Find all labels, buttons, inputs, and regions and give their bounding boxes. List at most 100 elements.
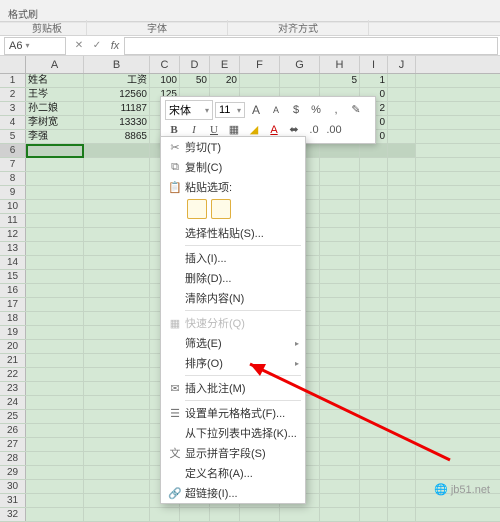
menu-insert[interactable]: 插入(I)...: [161, 248, 305, 268]
cell-H31[interactable]: [320, 494, 360, 507]
percent-format-icon[interactable]: %: [307, 101, 325, 119]
row-header-10[interactable]: 10: [0, 200, 26, 213]
cell-A22[interactable]: [26, 368, 84, 381]
row-header-4[interactable]: 4: [0, 116, 26, 129]
cell-I8[interactable]: [360, 172, 388, 185]
cell-J17[interactable]: [388, 298, 416, 311]
cell-B11[interactable]: [84, 214, 150, 227]
cell-J25[interactable]: [388, 410, 416, 423]
cell-J23[interactable]: [388, 382, 416, 395]
cell-E32[interactable]: [210, 508, 240, 521]
cell-J13[interactable]: [388, 242, 416, 255]
cell-B1[interactable]: 工资: [84, 74, 150, 87]
cell-H6[interactable]: [320, 144, 360, 157]
menu-pick-from-dropdown[interactable]: 从下拉列表中选择(K)...: [161, 423, 305, 443]
cell-I27[interactable]: [360, 438, 388, 451]
cell-J12[interactable]: [388, 228, 416, 241]
cell-B2[interactable]: 12560: [84, 88, 150, 101]
col-header-B[interactable]: B: [84, 56, 150, 73]
row-header-12[interactable]: 12: [0, 228, 26, 241]
cell-I20[interactable]: [360, 340, 388, 353]
menu-format-cells[interactable]: ☰设置单元格格式(F)...: [161, 403, 305, 423]
col-header-I[interactable]: I: [360, 56, 388, 73]
cell-J1[interactable]: [388, 74, 416, 87]
paste-option-2[interactable]: [211, 199, 231, 219]
cell-C1[interactable]: 100: [150, 74, 180, 87]
name-box[interactable]: A6▾: [4, 37, 66, 55]
cell-J22[interactable]: [388, 368, 416, 381]
row-header-31[interactable]: 31: [0, 494, 26, 507]
cell-A7[interactable]: [26, 158, 84, 171]
cell-H23[interactable]: [320, 382, 360, 395]
cell-J3[interactable]: [388, 102, 416, 115]
col-header-E[interactable]: E: [210, 56, 240, 73]
cell-H14[interactable]: [320, 256, 360, 269]
cell-J20[interactable]: [388, 340, 416, 353]
cell-J19[interactable]: [388, 326, 416, 339]
cell-A19[interactable]: [26, 326, 84, 339]
cell-I14[interactable]: [360, 256, 388, 269]
cell-H27[interactable]: [320, 438, 360, 451]
row-header-3[interactable]: 3: [0, 102, 26, 115]
col-header-D[interactable]: D: [180, 56, 210, 73]
cell-B5[interactable]: 8865: [84, 130, 150, 143]
row-header-1[interactable]: 1: [0, 74, 26, 87]
font-size-combo[interactable]: 11▾: [215, 102, 245, 118]
cell-A24[interactable]: [26, 396, 84, 409]
cell-A8[interactable]: [26, 172, 84, 185]
cell-H20[interactable]: [320, 340, 360, 353]
cell-B12[interactable]: [84, 228, 150, 241]
paste-option-1[interactable]: [187, 199, 207, 219]
cell-J29[interactable]: [388, 466, 416, 479]
cell-A15[interactable]: [26, 270, 84, 283]
cancel-icon[interactable]: ✕: [70, 40, 88, 51]
cell-H28[interactable]: [320, 452, 360, 465]
cell-A16[interactable]: [26, 284, 84, 297]
cell-I15[interactable]: [360, 270, 388, 283]
cell-I9[interactable]: [360, 186, 388, 199]
cell-B13[interactable]: [84, 242, 150, 255]
cell-J26[interactable]: [388, 424, 416, 437]
cell-B21[interactable]: [84, 354, 150, 367]
cell-B19[interactable]: [84, 326, 150, 339]
cell-J4[interactable]: [388, 116, 416, 129]
cell-J27[interactable]: [388, 438, 416, 451]
cell-H11[interactable]: [320, 214, 360, 227]
col-header-J[interactable]: J: [388, 56, 416, 73]
cell-B14[interactable]: [84, 256, 150, 269]
cell-I10[interactable]: [360, 200, 388, 213]
cell-A11[interactable]: [26, 214, 84, 227]
fx-icon[interactable]: fx: [106, 40, 124, 52]
cell-B28[interactable]: [84, 452, 150, 465]
name-box-dropdown-icon[interactable]: ▾: [22, 41, 32, 50]
cell-I17[interactable]: [360, 298, 388, 311]
cell-B26[interactable]: [84, 424, 150, 437]
cell-B25[interactable]: [84, 410, 150, 423]
row-header-27[interactable]: 27: [0, 438, 26, 451]
cell-A10[interactable]: [26, 200, 84, 213]
cell-I6[interactable]: [360, 144, 388, 157]
cell-H22[interactable]: [320, 368, 360, 381]
col-header-A[interactable]: A: [26, 56, 84, 73]
comma-format-icon[interactable]: ,: [327, 101, 345, 119]
cell-B29[interactable]: [84, 466, 150, 479]
row-header-7[interactable]: 7: [0, 158, 26, 171]
cell-A18[interactable]: [26, 312, 84, 325]
cell-A26[interactable]: [26, 424, 84, 437]
cell-E1[interactable]: 20: [210, 74, 240, 87]
cell-I11[interactable]: [360, 214, 388, 227]
cell-I12[interactable]: [360, 228, 388, 241]
cell-G1[interactable]: [280, 74, 320, 87]
formula-bar[interactable]: [124, 37, 498, 55]
cell-H1[interactable]: 5: [320, 74, 360, 87]
cell-I30[interactable]: [360, 480, 388, 493]
cell-B15[interactable]: [84, 270, 150, 283]
row-header-15[interactable]: 15: [0, 270, 26, 283]
decrease-font-icon[interactable]: A: [267, 101, 285, 119]
cell-A21[interactable]: [26, 354, 84, 367]
cell-A31[interactable]: [26, 494, 84, 507]
cell-J14[interactable]: [388, 256, 416, 269]
cell-A1[interactable]: 姓名: [26, 74, 84, 87]
cell-I32[interactable]: [360, 508, 388, 521]
col-header-C[interactable]: C: [150, 56, 180, 73]
